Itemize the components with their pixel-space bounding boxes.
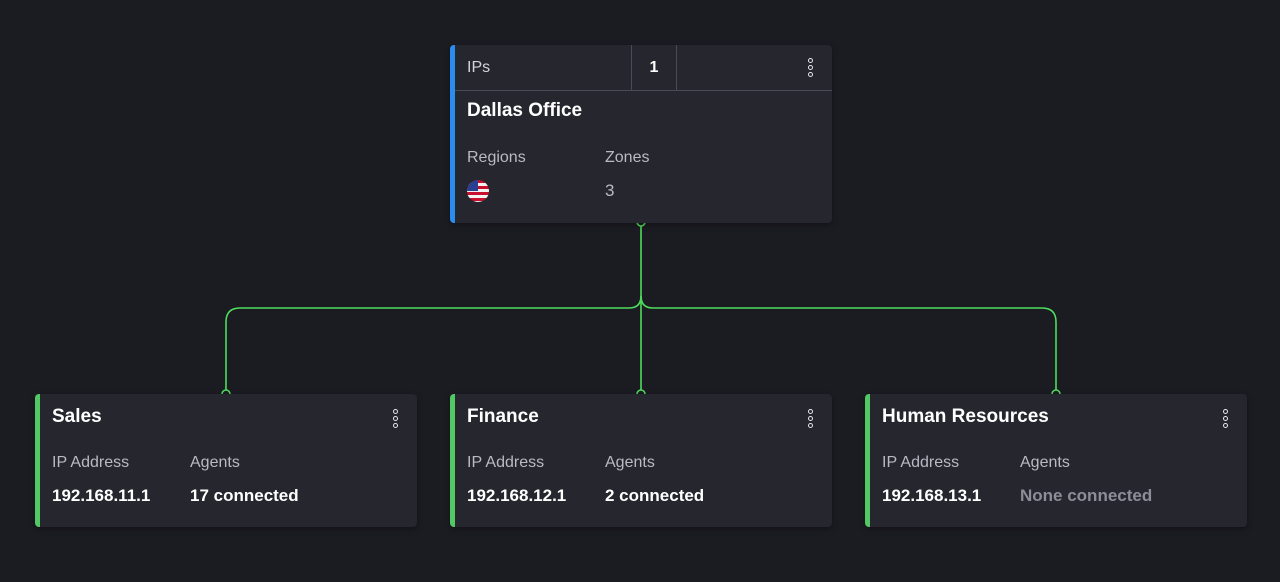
node-title: Human Resources	[882, 406, 1049, 427]
ip-address-label: IP Address	[52, 454, 130, 471]
agents-value: 2 connected	[605, 486, 705, 505]
zones-label: Zones	[605, 149, 650, 166]
node-human-resources[interactable]: Human Resources IP Address Agents 192.16…	[865, 394, 1247, 527]
ips-count: 1	[632, 45, 677, 90]
ip-address-label: IP Address	[467, 454, 545, 471]
agents-label: Agents	[605, 454, 655, 471]
more-options-icon[interactable]	[1213, 406, 1237, 430]
ip-address-value: 192.168.11.1	[52, 486, 151, 505]
node-title: Sales	[52, 406, 102, 427]
node-header: IPs 1	[455, 45, 832, 91]
zones-value: 3	[605, 181, 615, 200]
more-options-icon[interactable]	[383, 406, 407, 430]
agents-value: None connected	[1020, 486, 1153, 505]
node-title: Finance	[467, 406, 539, 427]
diagram-canvas: IPs 1 Dallas Office Regions Zones 3 Sale…	[0, 0, 1280, 582]
connector-to-sales	[225, 295, 642, 393]
node-title: Dallas Office	[467, 100, 583, 121]
us-flag-icon	[467, 180, 489, 202]
more-options-icon[interactable]	[798, 55, 822, 79]
node-finance[interactable]: Finance IP Address Agents 192.168.12.1 2…	[450, 394, 832, 527]
node-dallas-office[interactable]: IPs 1 Dallas Office Regions Zones 3	[450, 45, 832, 223]
ip-address-label: IP Address	[882, 454, 960, 471]
ip-address-value: 192.168.13.1	[882, 486, 982, 505]
ips-label: IPs	[455, 45, 632, 90]
regions-label: Regions	[467, 149, 526, 166]
node-sales[interactable]: Sales IP Address Agents 192.168.11.1 17 …	[35, 394, 417, 527]
more-options-icon[interactable]	[798, 406, 822, 430]
connector-to-hr	[640, 295, 1057, 393]
agents-value: 17 connected	[190, 486, 299, 505]
ip-address-value: 192.168.12.1	[467, 486, 567, 505]
agents-label: Agents	[1020, 454, 1070, 471]
agents-label: Agents	[190, 454, 240, 471]
